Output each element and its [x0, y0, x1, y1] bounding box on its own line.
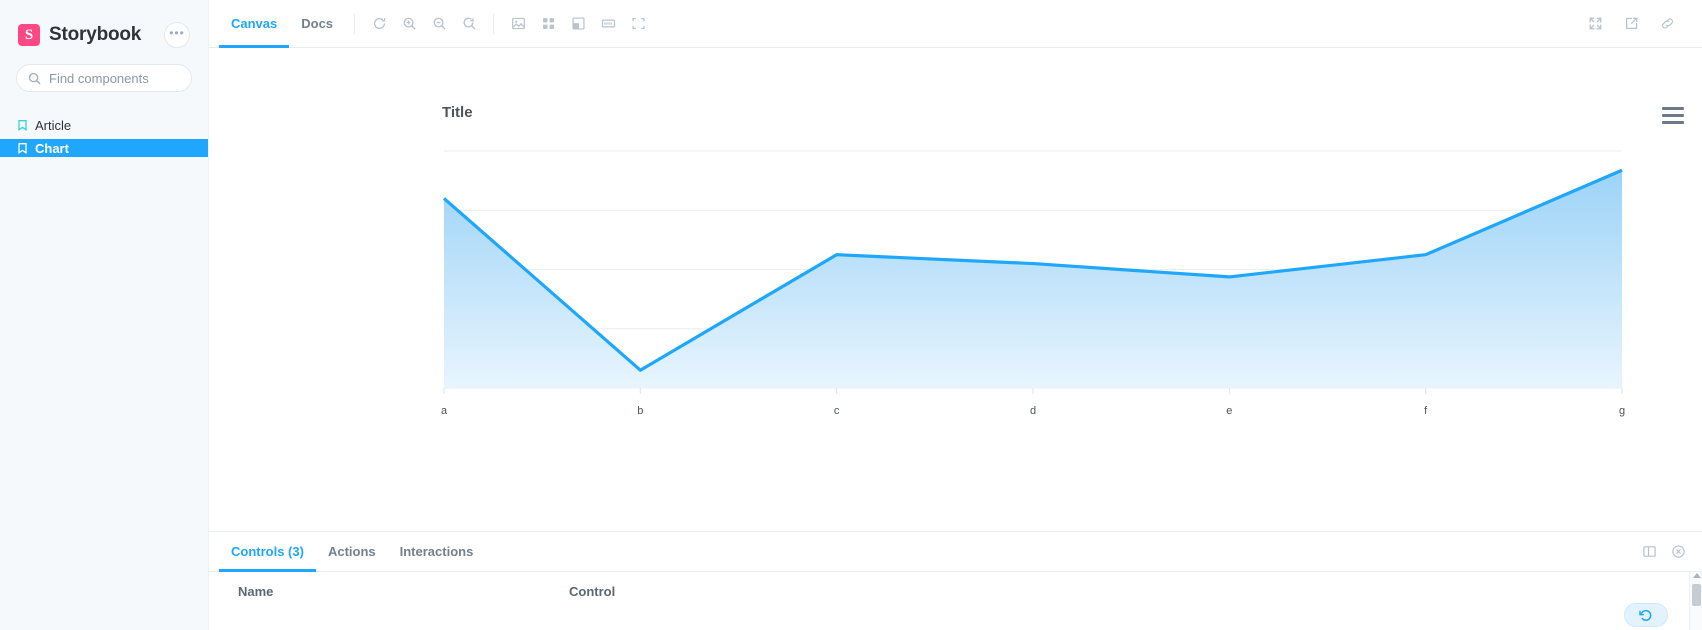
remount-icon[interactable] [365, 10, 393, 38]
zoom-reset-icon[interactable] [455, 10, 483, 38]
toolbar-right [1580, 10, 1690, 38]
tab-actions[interactable]: Actions [316, 532, 388, 571]
background-icon[interactable] [504, 10, 532, 38]
controls-table: Name Control [209, 572, 1702, 630]
sidebar: Storybook ••• / Article [0, 0, 249, 630]
close-icon[interactable] [1671, 544, 1686, 559]
brand[interactable]: Storybook [18, 24, 141, 46]
search-input[interactable] [49, 70, 225, 86]
toolbar-left: Canvas Docs [209, 0, 653, 48]
grid-icon[interactable] [534, 10, 562, 38]
sidebar-menu-button[interactable]: ••• [164, 22, 190, 48]
scroll-up-icon[interactable] [1693, 573, 1701, 578]
x-tick-label: d [1029, 405, 1037, 417]
open-new-tab-icon[interactable] [1617, 10, 1645, 38]
controls-scrollbar[interactable] [1689, 572, 1702, 630]
viewport-icon[interactable] [594, 10, 622, 38]
story-preview: Title 04080120160 abcdefg [209, 48, 1702, 532]
scrollbar-thumb[interactable] [1692, 584, 1701, 606]
tab-interactions[interactable]: Interactions [388, 532, 486, 571]
toolbar-divider [493, 13, 495, 34]
reset-controls-icon[interactable] [1624, 603, 1668, 627]
addons-panel: Controls (3) Actions Interactions Name C… [209, 532, 1702, 630]
search-icon [28, 72, 41, 85]
fullscreen-icon[interactable] [1581, 10, 1609, 38]
sidebar-item-chart[interactable]: Chart [0, 139, 208, 157]
storybook-logo-icon [18, 24, 40, 46]
x-tick-label: f [1424, 405, 1428, 417]
bookmark-icon [18, 142, 27, 154]
copy-link-icon[interactable] [1653, 10, 1681, 38]
brand-name: Storybook [49, 24, 142, 45]
x-tick-label: a [440, 405, 448, 417]
main-area: Canvas Docs Title a b c d e f g Controls… [208, 0, 1702, 630]
column-header-name: Name [238, 584, 274, 599]
addon-tab-actions [1642, 544, 1702, 559]
search-box[interactable]: / [16, 64, 249, 92]
toolbar-divider [354, 13, 356, 34]
outline-icon[interactable] [624, 10, 652, 38]
tab-controls[interactable]: Controls (3) [219, 532, 316, 572]
bookmark-icon [18, 119, 27, 131]
tab-docs[interactable]: Docs [289, 0, 345, 47]
addon-tab-bar: Controls (3) Actions Interactions [209, 532, 1702, 572]
controls-table-header: Name Control [209, 572, 1702, 599]
measure-icon[interactable] [564, 10, 592, 38]
sidebar-header: Storybook ••• [0, 0, 208, 52]
search-container: / [0, 52, 249, 92]
zoom-in-icon[interactable] [395, 10, 423, 38]
component-tree: Article Chart [0, 92, 208, 157]
tab-canvas[interactable]: Canvas [219, 0, 290, 48]
column-header-control: Control [569, 584, 616, 599]
chart: 04080120160 abcdefg [209, 48, 1702, 531]
x-tick-label: c [833, 405, 840, 417]
x-tick-label: b [637, 405, 644, 417]
x-tick-label: e [1226, 405, 1233, 417]
panel-position-icon[interactable] [1642, 544, 1657, 559]
preview-toolbar: Canvas Docs [209, 0, 1702, 48]
x-tick-label: g [1618, 405, 1626, 417]
sidebar-item-label: Article [35, 117, 72, 133]
zoom-out-icon[interactable] [425, 10, 453, 38]
sidebar-item-label: Chart [35, 140, 69, 156]
chart-svg [442, 150, 1623, 394]
storybook-app: Storybook ••• / Article [0, 0, 1702, 630]
sidebar-item-article[interactable]: Article [0, 116, 208, 134]
